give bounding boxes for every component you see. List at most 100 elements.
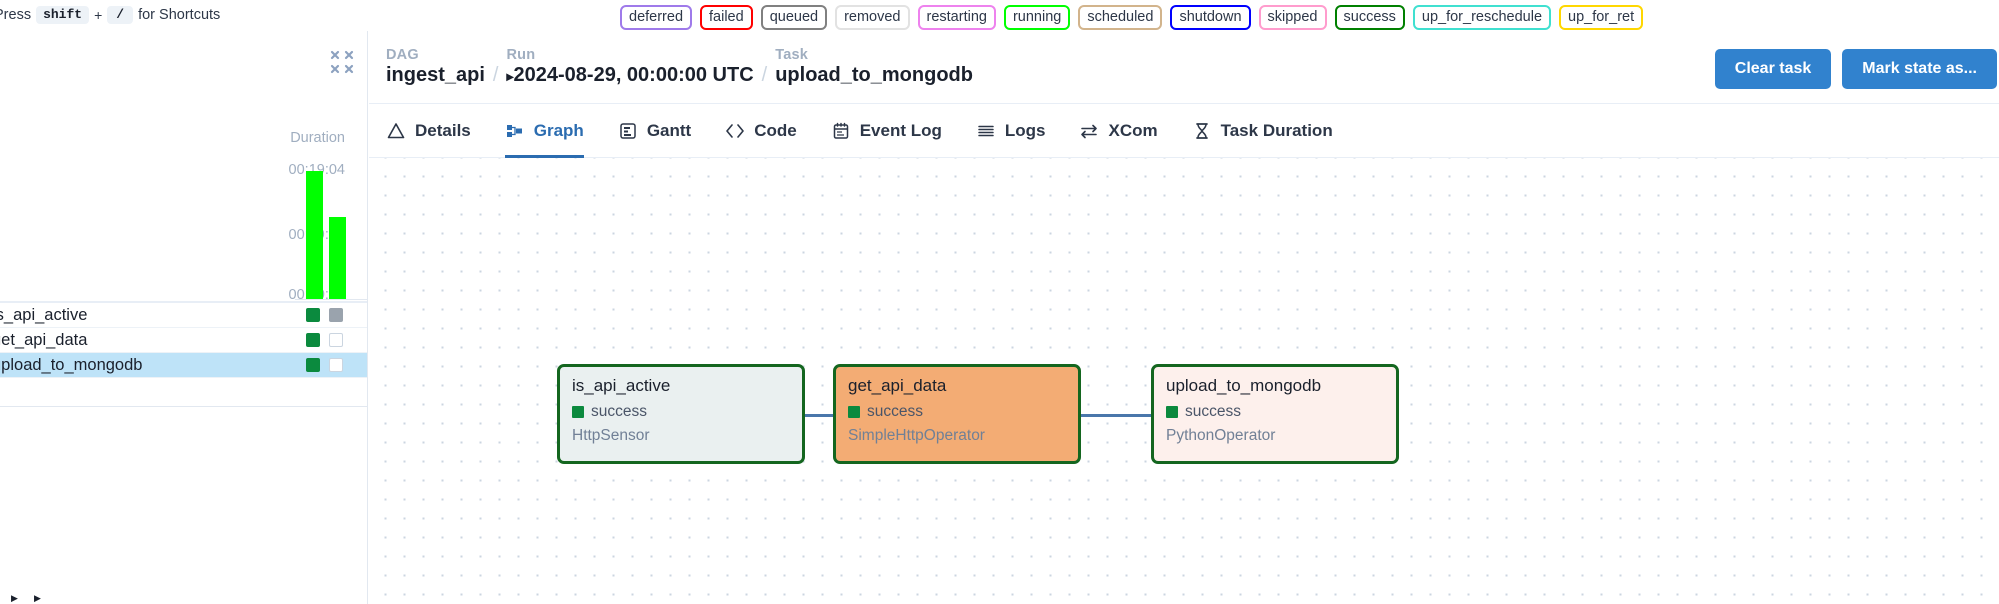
run-marker-icon: ▶ — [11, 593, 18, 603]
legend-badge-failed[interactable]: failed — [700, 5, 753, 30]
exchange-arrows-icon — [1079, 121, 1099, 141]
breadcrumb: DAG ingest_api / Run ▸2024-08-29, 00:00:… — [386, 47, 973, 87]
task-detail-pane: DAG ingest_api / Run ▸2024-08-29, 00:00:… — [369, 31, 1999, 604]
breadcrumb-run-value-wrap: ▸2024-08-29, 00:00:00 UTC — [506, 64, 753, 87]
shortcut-prefix-label: Press — [0, 7, 32, 23]
breadcrumb-run[interactable]: Run ▸2024-08-29, 00:00:00 UTC — [506, 47, 753, 87]
legend-badge-scheduled[interactable]: scheduled — [1078, 5, 1163, 30]
task-row-label: is_api_active — [0, 305, 88, 324]
breadcrumb-dag-kind: DAG — [386, 47, 419, 63]
graph-node-operator: HttpSensor — [572, 427, 650, 444]
tab-gantt[interactable]: Gantt — [618, 104, 691, 158]
lines-list-icon — [976, 121, 996, 141]
task-status-squares — [306, 308, 343, 322]
breadcrumb-task[interactable]: Task upload_to_mongodb — [775, 47, 973, 87]
graph-node-get-api-data[interactable]: get_api_datasuccess SimpleHttpOperator — [833, 364, 1081, 464]
breadcrumb-task-value: upload_to_mongodb — [775, 64, 973, 86]
task-status-squares — [306, 333, 343, 347]
calendar-log-icon — [831, 121, 851, 141]
task-row-label: get_api_data — [0, 330, 88, 349]
status-square[interactable] — [329, 333, 343, 347]
breadcrumb-separator: / — [492, 64, 499, 86]
tab-task-duration[interactable]: Task Duration — [1192, 104, 1333, 158]
breadcrumb-separator: / — [761, 64, 768, 86]
tab-details[interactable]: Details — [386, 104, 471, 158]
graph-node-state: success — [1166, 403, 1384, 421]
legend-badge-queued[interactable]: queued — [760, 5, 828, 30]
tab-code[interactable]: Code — [725, 104, 797, 158]
chart-baseline — [295, 299, 367, 300]
task-row[interactable]: upload_to_mongodb — [0, 353, 367, 378]
tab-label: Logs — [1004, 120, 1046, 140]
graph-node-state: success — [572, 403, 790, 421]
graph-node-title: is_api_active — [572, 376, 671, 395]
tab-label: XCom — [1108, 120, 1158, 140]
tab-label: Details — [415, 120, 471, 140]
left-grid-panel: Duration 00:19:04 00:09:32 00:00:00 ▶ ▶ … — [0, 31, 368, 604]
legend-badge-shutdown[interactable]: shutdown — [1170, 5, 1251, 30]
shortcut-hint: Press shift + / for Shortcuts — [0, 6, 220, 24]
breadcrumb-run-value: 2024-08-29, 00:00:00 UTC — [513, 64, 754, 86]
tab-logs[interactable]: Logs — [976, 104, 1046, 158]
task-row[interactable]: is_api_active — [0, 303, 367, 328]
status-square[interactable] — [306, 308, 320, 322]
tab-label: Graph — [533, 120, 584, 140]
legend-badge-removed[interactable]: removed — [835, 5, 910, 30]
status-square[interactable] — [306, 358, 320, 372]
graph-node-operator: PythonOperator — [1166, 427, 1276, 444]
tab-label: Gantt — [646, 120, 692, 140]
graph-node-state-label: success — [1185, 403, 1241, 420]
breadcrumb-dag-value: ingest_api — [386, 64, 485, 86]
clear-task-button[interactable]: Clear task — [1714, 49, 1832, 89]
legend-badge-up-for-reschedule[interactable]: up_for_reschedule — [1412, 5, 1552, 30]
graph-node-operator: SimpleHttpOperator — [848, 427, 985, 444]
tab-graph[interactable]: Graph — [505, 104, 584, 158]
legend-badge-running[interactable]: running — [1003, 5, 1071, 30]
panel-bottom-divider — [0, 406, 367, 407]
task-instance-list: is_api_active get_api_data upload_to_mongo… — [0, 303, 367, 378]
status-square — [572, 406, 584, 418]
mark-state-button[interactable]: Mark state as... — [1842, 49, 1997, 89]
hourglass-icon — [1192, 121, 1212, 141]
duration-bar[interactable] — [329, 217, 346, 299]
graph-canvas[interactable]: is_api_activesuccess HttpSensor get_api_da… — [369, 158, 1999, 603]
breadcrumb-task-kind: Task — [775, 47, 808, 63]
task-status-squares — [306, 358, 343, 372]
status-square[interactable] — [306, 333, 320, 347]
tab-label: Event Log — [859, 120, 942, 140]
graph-icon — [505, 121, 525, 141]
duration-bar[interactable] — [306, 171, 323, 299]
task-row[interactable]: get_api_data — [0, 328, 367, 353]
graph-node-title: get_api_data — [848, 376, 947, 395]
status-square[interactable] — [329, 308, 343, 322]
shortcut-suffix-label: for Shortcuts — [138, 7, 221, 23]
status-legend: deferred failed queued removed restarting run… — [620, 5, 1644, 30]
graph-node-is-api-active[interactable]: is_api_activesuccess HttpSensor — [557, 364, 805, 464]
collapse-panel-icon[interactable] — [329, 49, 355, 75]
graph-node-state-label: success — [867, 403, 923, 420]
tab-event-log[interactable]: Event Log — [831, 104, 942, 158]
graph-node-upload-to-mongodb[interactable]: upload_to_mongodb success PythonOperator — [1151, 364, 1399, 464]
task-row-label: upload_to_mongodb — [0, 355, 143, 374]
breadcrumb-dag[interactable]: DAG ingest_api — [386, 47, 485, 87]
legend-badge-deferred[interactable]: deferred — [620, 5, 693, 30]
shortcut-key-shift: shift — [36, 6, 90, 24]
tab-bar: Details Graph Gantt Code Event Log Logs XCom Ta… — [369, 104, 1999, 158]
breadcrumb-run-kind: Run — [506, 47, 536, 63]
breadcrumb-bar: DAG ingest_api / Run ▸2024-08-29, 00:00:… — [369, 31, 1999, 104]
shortcut-key-slash: / — [107, 6, 134, 24]
legend-badge-up-for-ret[interactable]: up_for_ret — [1559, 5, 1644, 30]
legend-badge-restarting[interactable]: restarting — [917, 5, 996, 30]
graph-edge — [1081, 414, 1151, 417]
tab-xcom[interactable]: XCom — [1079, 104, 1158, 158]
legend-badge-success[interactable]: success — [1334, 5, 1405, 30]
status-square[interactable] — [329, 358, 343, 372]
tab-label: Code — [754, 120, 797, 140]
legend-badge-skipped[interactable]: skipped — [1258, 5, 1327, 30]
gantt-chart-icon — [618, 121, 638, 141]
status-square — [1166, 406, 1178, 418]
tab-label: Task Duration — [1220, 120, 1333, 140]
shortcut-plus-label: + — [94, 7, 103, 23]
run-marker-icon: ▶ — [34, 593, 41, 603]
top-bar: Press shift + / for Shortcuts deferred fa… — [0, 0, 1999, 31]
